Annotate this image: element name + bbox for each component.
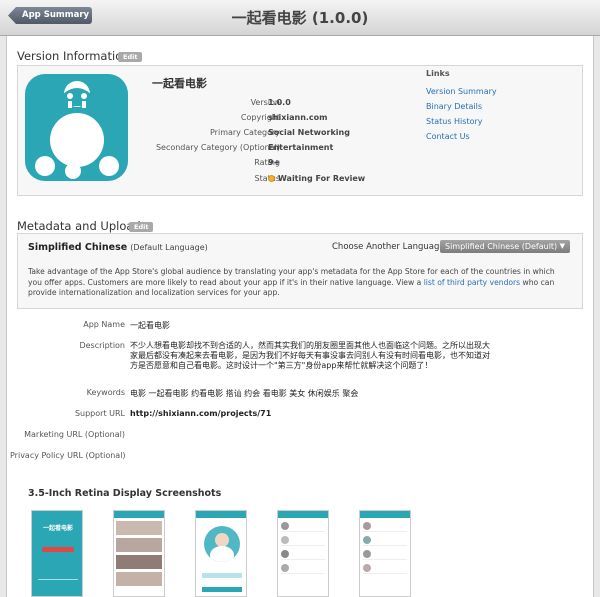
page-title: 一起看电影 (1.0.0) xyxy=(231,9,369,27)
thumb-row xyxy=(116,572,162,586)
field-label: Keywords xyxy=(86,388,125,397)
language-select[interactable]: Simplified Chinese (Default) ▼ xyxy=(440,240,570,253)
field-label: App Name xyxy=(83,320,125,329)
splash-divider xyxy=(38,579,78,580)
info-value: Social Networking xyxy=(268,128,350,137)
links-box: Links Version Summary Binary Details Sta… xyxy=(426,69,566,147)
screenshot-thumbnail[interactable] xyxy=(359,510,411,597)
status-dot-icon xyxy=(268,175,275,182)
thumb-row xyxy=(363,550,407,560)
current-language: Simplified Chinese (Default Language) xyxy=(28,242,208,253)
thumb-row xyxy=(363,564,407,574)
screenshots-title: 3.5-Inch Retina Display Screenshots xyxy=(28,488,222,499)
screenshot-thumbnail[interactable] xyxy=(113,510,165,597)
info-value: shixiann.com xyxy=(268,113,328,122)
field-value: 不少人想看电影却找不到合适的人，然而其实我们的朋友圈里面其他人也面临这个问题。之… xyxy=(130,341,490,370)
info-value: Entertainment xyxy=(268,143,334,152)
localization-intro: Take advantage of the App Store's global… xyxy=(28,267,568,299)
thumb-row xyxy=(281,550,325,560)
screenshot-thumbnail[interactable] xyxy=(277,510,329,597)
info-label: Secondary Category (Optional) xyxy=(155,143,280,152)
info-row-primary-category: Primary Category Social Networking xyxy=(118,128,458,140)
thumb-navbar xyxy=(278,511,328,518)
metadata-title: Metadata and Uploads xyxy=(17,219,147,233)
thumb-row xyxy=(116,521,162,535)
thumb-row xyxy=(116,538,162,552)
thumb-bar xyxy=(202,573,242,578)
field-label: Privacy Policy URL (Optional) xyxy=(10,451,126,460)
link-binary-details[interactable]: Binary Details xyxy=(426,102,566,111)
app-icon xyxy=(25,74,128,181)
language-name: Simplified Chinese xyxy=(28,242,128,253)
third-party-vendors-link[interactable]: list of third party vendors xyxy=(424,278,520,287)
top-toolbar: App Summary 一起看电影 (1.0.0) xyxy=(0,0,600,36)
thumb-row xyxy=(116,555,162,569)
thumb-row xyxy=(363,536,407,546)
info-row-status: Status Waiting For Review xyxy=(118,174,458,186)
language-note: (Default Language) xyxy=(130,243,208,252)
thumb-row xyxy=(281,536,325,546)
screenshot-thumbnail[interactable] xyxy=(195,510,247,597)
info-row-secondary-category: Secondary Category (Optional) Entertainm… xyxy=(118,143,458,155)
info-value: 1.0.0 xyxy=(268,98,291,107)
splash-title: 一起看电影 xyxy=(42,525,73,532)
chevron-down-icon: ▼ xyxy=(559,242,565,250)
info-row-rating: Rating 9+ xyxy=(118,158,458,170)
field-value: http://shixiann.com/projects/71 xyxy=(130,409,272,418)
splash-button-shape xyxy=(42,547,74,552)
choose-language-label: Choose Another Language: xyxy=(332,242,448,252)
field-label: Description xyxy=(79,341,125,350)
thumb-navbar xyxy=(360,511,410,518)
app-name-heading: 一起看电影 xyxy=(152,77,207,90)
metadata-edit-button[interactable]: Edit xyxy=(129,222,154,232)
info-value: 9+ xyxy=(268,158,281,167)
field-label: Marketing URL (Optional) xyxy=(24,430,125,439)
version-edit-button[interactable]: Edit xyxy=(118,52,143,62)
info-row-version: Version 1.0.0 xyxy=(118,98,458,110)
link-contact-us[interactable]: Contact Us xyxy=(426,132,566,141)
thumb-row xyxy=(363,522,407,532)
links-title: Links xyxy=(426,69,450,78)
thumb-avatar xyxy=(204,526,240,562)
field-label: Support URL xyxy=(74,409,125,418)
thumb-row xyxy=(281,564,325,574)
thumb-bar xyxy=(202,587,242,592)
status-text: Waiting For Review xyxy=(278,174,366,183)
link-version-summary[interactable]: Version Summary xyxy=(426,87,566,96)
version-info-title: Version Information xyxy=(17,49,130,63)
thumb-navbar xyxy=(114,511,164,518)
field-value: 电影 一起看电影 约看电影 搭讪 约会 看电影 美女 休闲娱乐 聚会 xyxy=(130,389,359,398)
language-select-value: Simplified Chinese (Default) xyxy=(445,242,558,251)
field-value: 一起看电影 xyxy=(130,321,170,330)
link-status-history[interactable]: Status History xyxy=(426,117,566,126)
thumb-row xyxy=(281,522,325,532)
info-value: Waiting For Review xyxy=(268,174,365,183)
info-row-copyright: Copyright shixiann.com xyxy=(118,113,458,125)
screenshot-thumbnail[interactable]: 一起看电影 xyxy=(31,510,83,597)
thumb-navbar xyxy=(196,511,246,518)
